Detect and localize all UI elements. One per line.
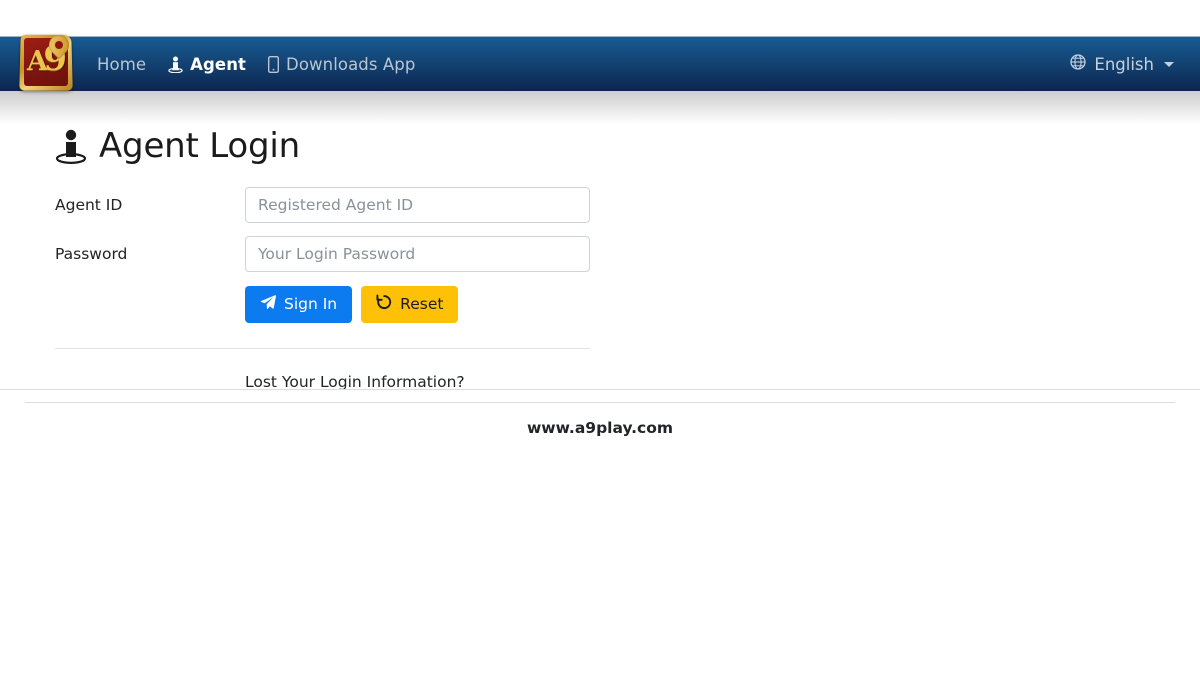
agent-id-input[interactable] (245, 187, 590, 223)
reset-button[interactable]: Reset (361, 286, 459, 324)
language-selector[interactable]: English (1066, 48, 1178, 80)
nav-item-downloads-app-label: Downloads App (286, 54, 416, 74)
form-divider (55, 348, 590, 350)
nav-item-home[interactable]: Home (86, 49, 157, 80)
password-label: Password (55, 245, 128, 263)
form-row-password: Password (55, 236, 1200, 272)
page-title-text: Agent Login (99, 126, 300, 166)
nav-item-agent[interactable]: Agent (157, 49, 257, 80)
top-white-strip (0, 0, 1200, 36)
page-title: Agent Login (55, 125, 1200, 166)
main-content: Agent Login Agent ID Password Sign In (0, 125, 1200, 391)
language-label: English (1094, 54, 1154, 74)
nav-item-agent-label: Agent (190, 54, 247, 74)
footer-divider-inner (25, 402, 1175, 403)
user-on-platform-icon (168, 56, 183, 73)
main-navbar: A 9 Home Agent Downloads App English (0, 30, 1200, 91)
navbar-right-group: English (1066, 48, 1178, 80)
paper-plane-icon (260, 294, 277, 314)
footer-divider-outer (0, 389, 1200, 390)
password-input[interactable] (245, 236, 590, 272)
user-on-platform-icon (55, 128, 87, 164)
chevron-down-icon (1164, 61, 1174, 67)
mobile-phone-icon (268, 55, 280, 73)
navbar-left-group: A 9 Home Agent Downloads App (19, 30, 426, 91)
page-footer: www.a9play.com (0, 389, 1200, 437)
agent-id-label: Agent ID (55, 196, 123, 214)
form-button-row: Sign In Reset (245, 286, 1200, 324)
form-row-agent-id: Agent ID (55, 187, 1200, 223)
sign-in-label: Sign In (284, 294, 338, 313)
undo-arrow-icon (376, 294, 392, 314)
globe-icon (1070, 54, 1087, 74)
login-form: Agent ID Password Sign In (55, 187, 1200, 391)
header-fade-band (0, 91, 1200, 125)
nav-item-downloads-app[interactable]: Downloads App (257, 49, 426, 80)
reset-label: Reset (400, 294, 444, 313)
sign-in-button[interactable]: Sign In (245, 286, 353, 324)
footer-site-text: www.a9play.com (526, 419, 674, 437)
brand-logo[interactable]: A 9 (19, 30, 74, 91)
nav-item-home-label: Home (97, 54, 147, 74)
